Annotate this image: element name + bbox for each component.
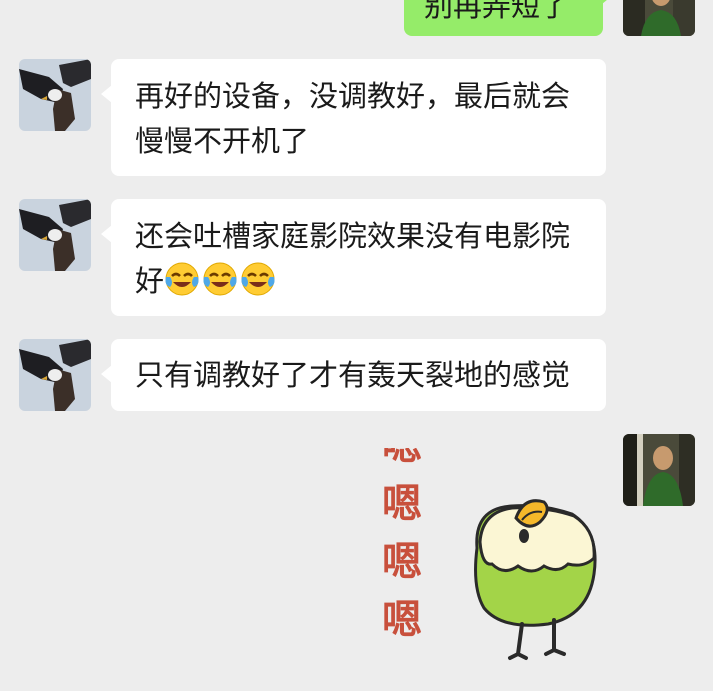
my-avatar[interactable] xyxy=(623,0,695,36)
contact-avatar[interactable] xyxy=(19,59,91,131)
message-bubble-received[interactable]: 再好的设备，没调教好，最后就会 慢慢不开机了 xyxy=(101,59,606,176)
crying-laughing-emoji xyxy=(164,261,200,310)
message-text: 好 xyxy=(135,264,165,298)
message-bubble-received[interactable]: 只有调教好了才有轰天裂地的感觉 xyxy=(101,339,606,411)
crying-laughing-emoji xyxy=(240,261,276,310)
green-bird-sticker xyxy=(474,499,597,660)
my-avatar[interactable] xyxy=(623,434,695,506)
message-text-line: 好 xyxy=(135,259,584,310)
contact-avatar[interactable] xyxy=(19,199,91,271)
message-text-line: 只有调教好了才有轰天裂地的感觉 xyxy=(135,358,571,392)
message-text-line: 慢慢不开机了 xyxy=(135,124,310,158)
message-bubble-sent[interactable]: 别再弄短了 xyxy=(404,0,613,36)
contact-avatar[interactable] xyxy=(19,339,91,411)
crying-laughing-emoji xyxy=(202,261,238,310)
message-text: 别再弄短了 xyxy=(424,0,570,23)
message-bubble-received[interactable]: 还会吐槽家庭影院效果没有电影院 好 xyxy=(101,199,606,316)
sticker-message[interactable]: 嗯 嗯 嗯 嗯 xyxy=(372,448,612,666)
message-text-line: 还会吐槽家庭影院效果没有电影院 xyxy=(135,219,571,253)
message-text-line: 再好的设备，没调教好，最后就会 xyxy=(135,79,571,113)
